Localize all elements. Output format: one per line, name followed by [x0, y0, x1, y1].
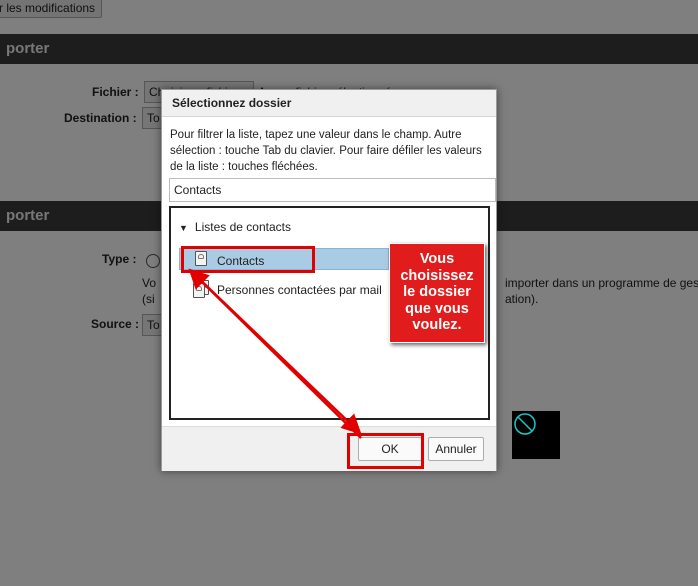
loading-indicator [512, 411, 560, 459]
tree-item-label[interactable]: Personnes contactées par mail [217, 283, 382, 297]
dialog-footer: OK Annuler [162, 426, 496, 471]
callout-line: voulez. [412, 317, 462, 333]
tree-root-label: Listes de contacts [194, 220, 291, 234]
highlight-contacts-box [181, 246, 315, 273]
callout-line: choisissez [400, 267, 474, 284]
instruction-line: sélection : touche Tab du clavier. Pour … [170, 145, 482, 157]
cancel-button[interactable]: Annuler [428, 437, 484, 461]
filter-input[interactable]: Contacts [169, 178, 496, 202]
instruction-line: de la liste : touches fléchées. [170, 161, 318, 173]
dialog-title: Sélectionnez dossier [162, 90, 496, 117]
expand-triangle-icon[interactable]: ▼ [179, 223, 188, 233]
highlight-ok-box [347, 433, 424, 469]
dialog-instructions: Pour filtrer la liste, tapez une valeur … [170, 127, 492, 175]
tree-root-node[interactable]: ▼ Listes de contacts [179, 220, 291, 234]
contact-stack-icon [193, 283, 205, 298]
callout-line: que vous [405, 300, 469, 317]
instruction-line: Pour filtrer la liste, tapez une valeur … [170, 129, 462, 141]
annotation-callout: Vous choisissez le dossier que vous voul… [389, 243, 485, 343]
callout-line: Vous [419, 251, 455, 267]
callout-line: le dossier [403, 284, 471, 300]
no-entry-icon [514, 413, 536, 435]
